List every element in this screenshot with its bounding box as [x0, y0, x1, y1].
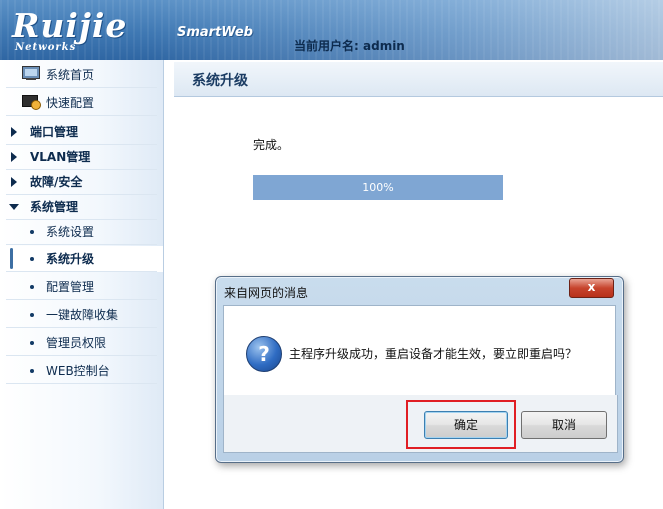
close-icon: x	[587, 280, 596, 294]
ok-button[interactable]: 确定	[424, 411, 508, 439]
content-header: 系统升级	[174, 62, 663, 97]
sidebar-group-label: 端口管理	[30, 125, 79, 139]
dialog-title: 来自网页的消息	[224, 286, 309, 300]
sidebar-group-label: 系统管理	[30, 200, 79, 214]
sidebar-item-home[interactable]: 系统首页	[0, 62, 163, 88]
sidebar-item-system-upgrade[interactable]: 系统升级	[0, 246, 163, 272]
collapse-arrow-icon	[9, 204, 19, 210]
sidebar-item-label: 系统设置	[46, 225, 95, 239]
upgrade-progress-bar: 100%	[253, 175, 503, 200]
current-user: 当前用户名: admin	[294, 37, 405, 54]
brand-logo: Ruijie	[12, 6, 128, 45]
sidebar-group-label: 故障/安全	[30, 175, 83, 189]
cancel-button[interactable]: 取消	[521, 411, 607, 439]
sidebar-item-config-management[interactable]: 配置管理	[0, 274, 163, 300]
sidebar-item-admin-permissions[interactable]: 管理员权限	[0, 330, 163, 356]
sidebar-item-label: 系统首页	[46, 68, 95, 82]
sidebar-item-quick-config[interactable]: 快速配置	[0, 90, 163, 116]
question-icon: ?	[246, 336, 282, 372]
sidebar-group-vlan[interactable]: VLAN管理	[0, 144, 163, 170]
dialog-body: ? 主程序升级成功，重启设备才能生效，要立即重启吗？	[223, 305, 616, 396]
sidebar-group-label: VLAN管理	[30, 150, 91, 164]
current-user-label: 当前用户名:	[294, 39, 359, 53]
bullet-icon	[30, 230, 34, 234]
monitor-icon	[22, 66, 40, 80]
current-user-name: admin	[363, 39, 405, 53]
sidebar-item-label: 系统升级	[46, 252, 95, 266]
sidebar-item-system-settings[interactable]: 系统设置	[0, 219, 163, 245]
sidebar-item-fault-collection[interactable]: 一键故障收集	[0, 302, 163, 328]
sidebar-group-fault-security[interactable]: 故障/安全	[0, 169, 163, 195]
sidebar-group-port[interactable]: 端口管理	[0, 119, 163, 145]
page-title: 系统升级	[192, 73, 248, 89]
upgrade-status-text: 完成。	[253, 138, 290, 152]
bullet-icon	[30, 369, 34, 373]
brand-logo-subtext: Networks	[15, 42, 77, 53]
sidebar-group-system[interactable]: 系统管理	[0, 194, 163, 220]
sidebar-item-label: 一键故障收集	[46, 308, 119, 322]
sidebar-nav: 系统首页 快速配置 端口管理 VLAN管理 故障/安全 系统管理 系统设置 系统…	[0, 60, 164, 509]
dialog-message: 主程序升级成功，重启设备才能生效，要立即重启吗？	[289, 347, 578, 361]
quick-setup-icon	[22, 95, 41, 110]
progress-percent-label: 100%	[362, 181, 394, 194]
bullet-icon	[30, 313, 34, 317]
product-name: SmartWeb	[177, 25, 253, 40]
expand-arrow-icon	[11, 177, 17, 187]
bullet-icon	[30, 257, 34, 261]
sidebar-item-label: 配置管理	[46, 280, 95, 294]
expand-arrow-icon	[11, 152, 17, 162]
sidebar-item-label: WEB控制台	[46, 364, 110, 378]
app-header: Ruijie Networks SmartWeb 当前用户名: admin	[0, 0, 663, 60]
dialog-close-button[interactable]: x	[569, 278, 614, 298]
active-indicator	[10, 248, 13, 269]
confirm-dialog: 来自网页的消息 x ? 主程序升级成功，重启设备才能生效，要立即重启吗？ 确定 …	[215, 276, 624, 463]
sidebar-item-web-console[interactable]: WEB控制台	[0, 358, 163, 384]
expand-arrow-icon	[11, 127, 17, 137]
sidebar-item-label: 快速配置	[46, 96, 95, 110]
bullet-icon	[30, 341, 34, 345]
bullet-icon	[30, 285, 34, 289]
sidebar-item-label: 管理员权限	[46, 336, 107, 350]
